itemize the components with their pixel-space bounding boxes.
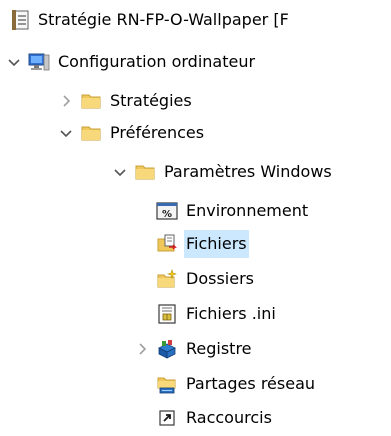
shortcut-icon [156,407,178,429]
tree-node-label: Configuration ordinateur [58,52,256,71]
navigation-tree: Stratégie RN-FP-O-Wallpaper [F Configura… [0,0,391,436]
chevron-down-icon[interactable] [112,164,128,180]
tree-node-root-policy[interactable]: Stratégie RN-FP-O-Wallpaper [F [10,3,291,37]
tree-node-label: Stratégies [110,91,192,110]
tree-node-label: Raccourcis [186,408,272,427]
tree-node-folders[interactable]: Dossiers [156,262,256,296]
registry-icon [156,338,178,360]
tree-node-windows-settings[interactable]: Paramètres Windows [112,155,334,189]
tree-node-environment[interactable]: % Environnement [156,194,310,228]
ini-file-icon [156,303,178,325]
tree-node-ini-files[interactable]: Fichiers .ini [156,297,278,331]
new-folder-icon [156,268,178,290]
tree-node-label: Environnement [186,201,309,220]
tree-node-strategies[interactable]: Stratégies [58,84,194,118]
policy-document-icon [10,9,32,31]
chevron-down-icon[interactable] [58,125,74,141]
network-share-icon [156,373,178,395]
tree-node-label: Registre [186,339,252,358]
tree-node-label: Dossiers [186,269,254,288]
folder-icon [134,161,156,183]
tree-node-label: Partages réseau [186,374,316,393]
tree-node-label: Stratégie RN-FP-O-Wallpaper [F [38,10,289,29]
tree-node-shortcuts[interactable]: Raccourcis [156,401,274,435]
svg-text:%: % [162,209,172,220]
tree-node-label: Paramètres Windows [164,162,332,181]
files-icon [156,233,178,255]
folder-icon [80,122,102,144]
tree-node-preferences[interactable]: Préférences [58,116,206,150]
tree-node-label: Préférences [110,123,205,142]
folder-icon [80,90,102,112]
computer-icon [28,51,50,73]
chevron-down-icon[interactable] [6,54,22,70]
tree-node-label: Fichiers .ini [186,304,276,323]
chevron-right-icon[interactable] [134,341,150,357]
tree-node-label: Fichiers [184,230,249,258]
environment-variable-icon: % [156,200,178,222]
tree-node-network-shares[interactable]: Partages réseau [156,367,317,401]
tree-node-files[interactable]: Fichiers [156,227,249,261]
chevron-right-icon[interactable] [58,93,74,109]
tree-node-registry[interactable]: Registre [134,332,254,366]
tree-node-computer-configuration[interactable]: Configuration ordinateur [6,45,257,79]
